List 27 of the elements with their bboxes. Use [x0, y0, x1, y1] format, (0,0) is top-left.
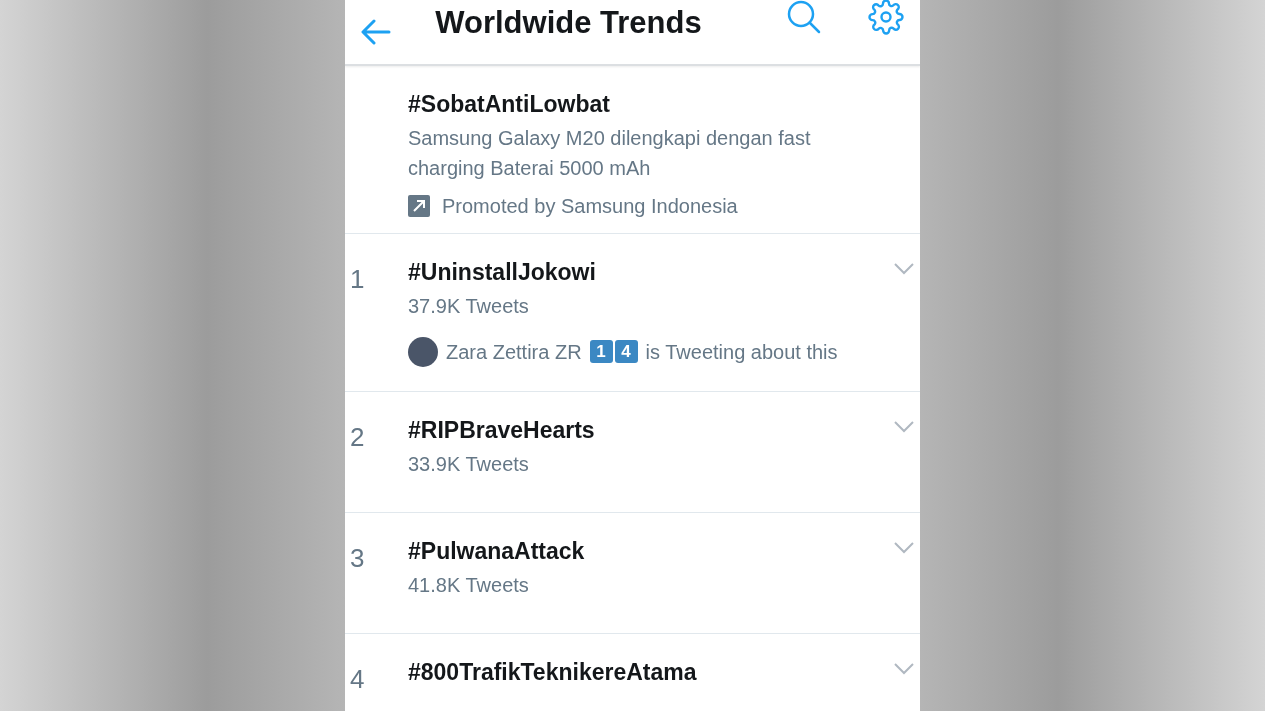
chevron-down-icon[interactable] [893, 662, 915, 676]
promoted-hashtag[interactable]: #SobatAntiLowbat [408, 90, 888, 119]
search-icon[interactable] [786, 0, 822, 35]
trend-rank: 1 [350, 266, 366, 296]
back-arrow-icon[interactable] [361, 19, 391, 45]
tweet-count: 33.9K Tweets [408, 451, 530, 477]
user-name[interactable]: Zara Zettira ZR [446, 336, 582, 367]
trend-hashtag[interactable]: #800TrafikTeknikereAtama [408, 658, 893, 687]
trend-rank: 2 [350, 424, 366, 454]
settings-icon[interactable] [868, 0, 904, 35]
trend-rank: 4 [350, 666, 366, 696]
promoted-by-text: Promoted by Samsung Indonesia [442, 193, 738, 219]
trend-rank: 3 [350, 545, 366, 575]
promoted-description: Samsung Galaxy M20 dilengkapi dengan fast charging Baterai 5000 mAh [408, 125, 812, 181]
trend-hashtag[interactable]: #RIPBraveHearts [408, 416, 893, 445]
trend-hashtag[interactable]: #UninstallJokowi [408, 258, 893, 287]
keycap-digit: 1 [589, 340, 613, 364]
page-title: Worldwide Trends [434, 3, 703, 38]
tweet-count: 41.8K Tweets [408, 572, 530, 598]
keycap-digit: 4 [614, 340, 638, 364]
avatar [408, 336, 438, 367]
chevron-down-icon[interactable] [893, 420, 915, 434]
trend-hashtag[interactable]: #PulwanaAttack [408, 537, 893, 566]
tweeting-text: is Tweeting about this [645, 339, 838, 365]
chevron-down-icon[interactable] [893, 541, 915, 555]
tweet-count: 37.9K Tweets [408, 293, 530, 319]
chevron-down-icon[interactable] [893, 262, 915, 276]
